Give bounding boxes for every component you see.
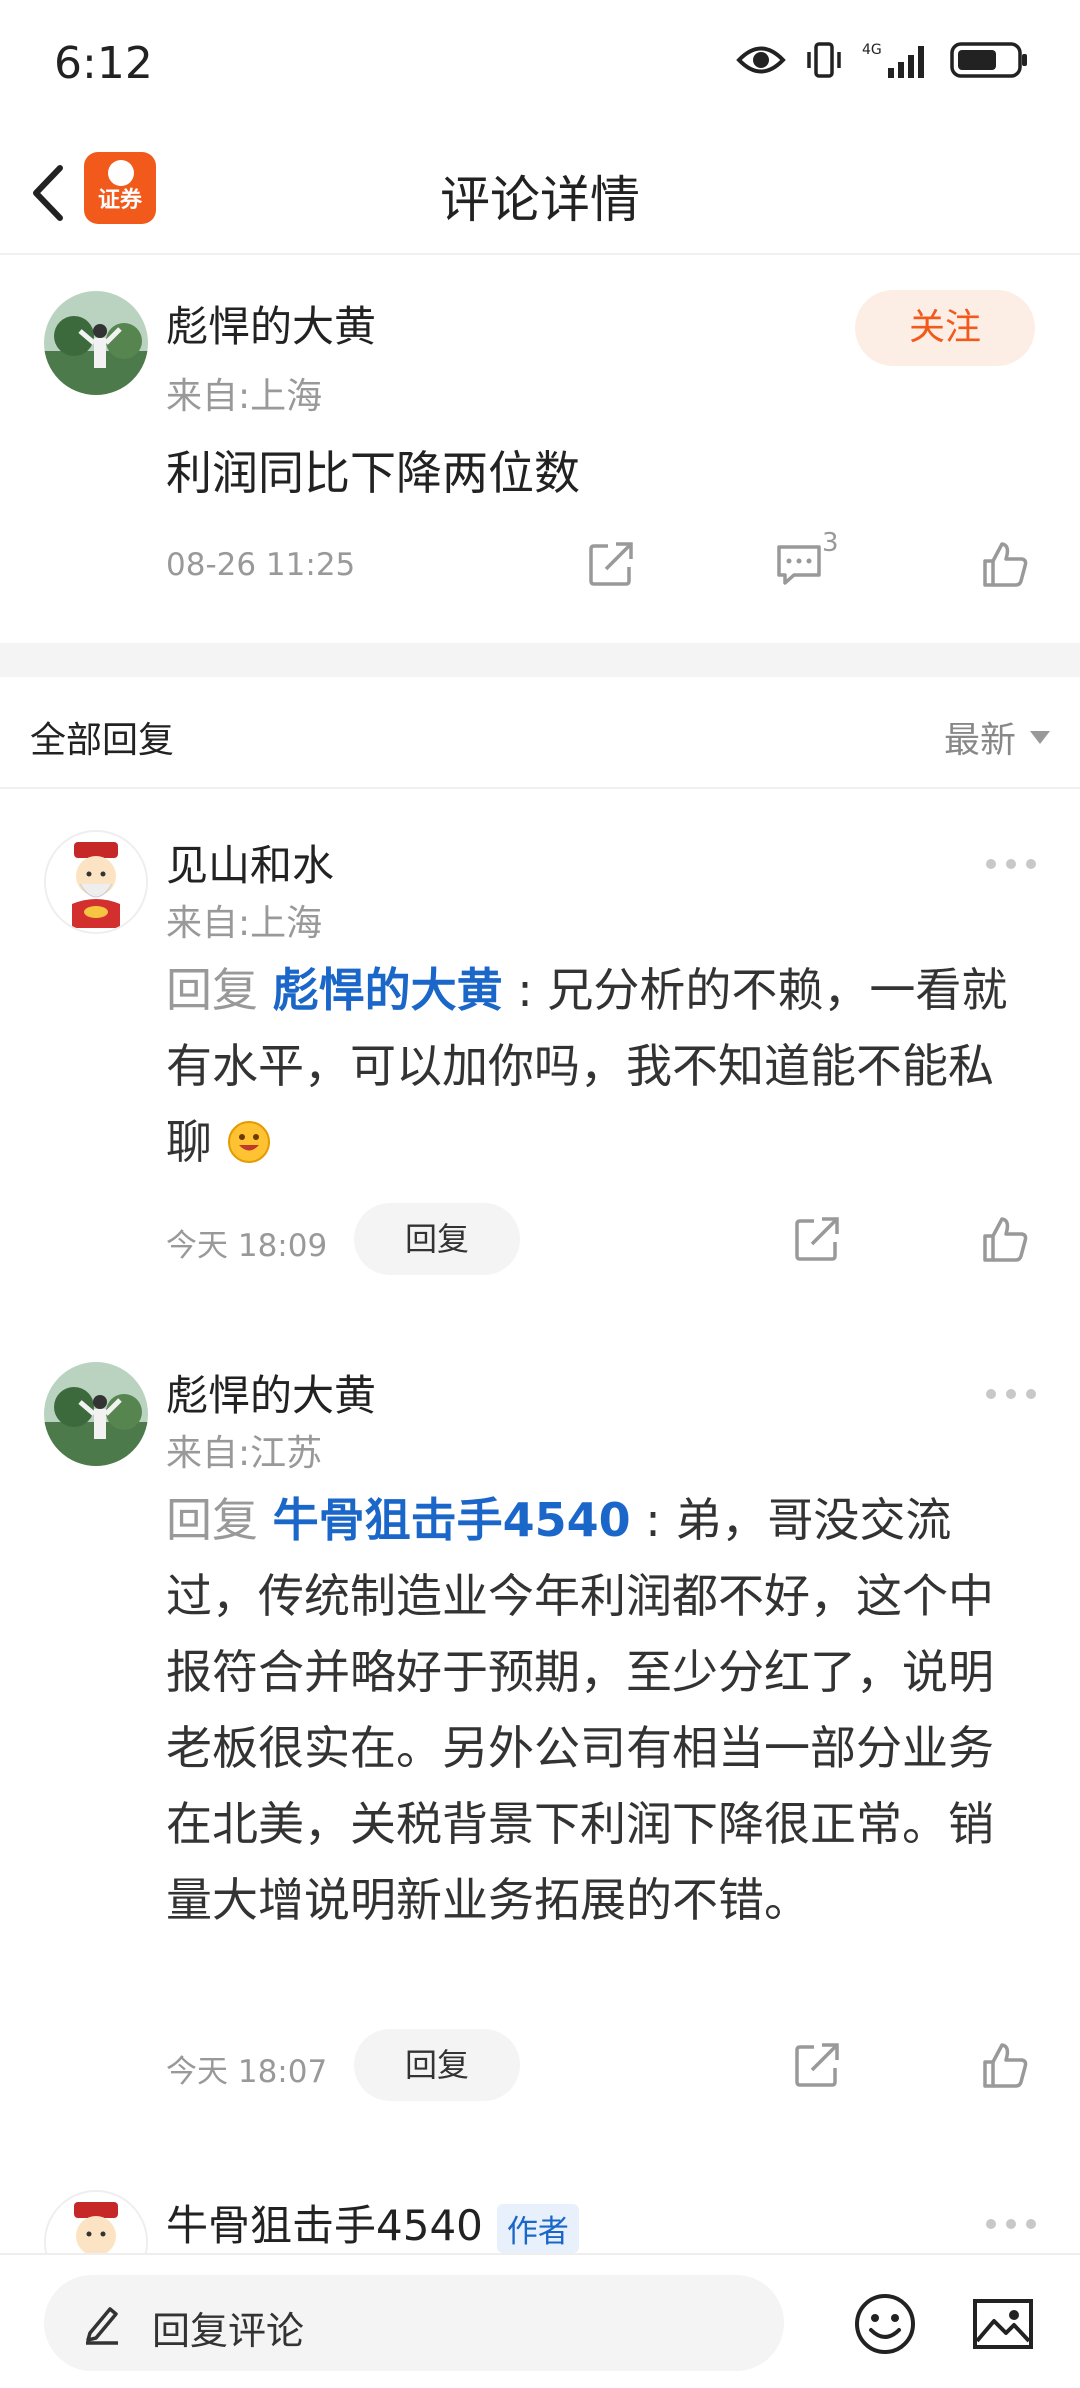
page-title: 评论详情: [440, 171, 640, 229]
replies-header: 全部回复 最新: [0, 677, 1080, 789]
reply-button[interactable]: 回复: [354, 1203, 520, 1275]
image-icon: [973, 2299, 1033, 2349]
comment-button[interactable]: [774, 539, 824, 589]
thumbs-up-icon: [983, 542, 1028, 587]
thumbs-up-icon: [983, 2043, 1028, 2088]
reply-target-user[interactable]: 彪悍的大黄: [273, 963, 503, 1017]
sort-dropdown[interactable]: 最新: [944, 711, 1050, 763]
reply-item: 彪悍的大黄 来自:江苏 回复 牛骨狙击手4540 : 弟，哥没交流过，传统制造业…: [0, 1320, 1080, 2140]
comment-text: 利润同比下降两位数: [166, 446, 580, 500]
avatar[interactable]: [44, 830, 148, 934]
follow-button[interactable]: 关注: [855, 290, 1035, 366]
reply-content: : 弟，哥没交流过，传统制造业今年利润都不好，这个中报符合并略好于预期，至少分红…: [166, 1493, 994, 1927]
vibrate-icon: [807, 42, 841, 78]
reply-time: 今天 18:07: [166, 2054, 328, 2090]
comment-time: 08-26 11:25: [166, 547, 356, 583]
author-badge: 作者: [496, 2204, 579, 2253]
share-button[interactable]: [792, 1214, 842, 1264]
signal-icon: 4G: [862, 42, 924, 78]
reply-target-user[interactable]: 牛骨狙击手4540: [273, 1493, 631, 1547]
reply-input[interactable]: 回复评论: [44, 2275, 784, 2371]
network-type: 4G: [862, 42, 882, 58]
pencil-icon: [86, 2307, 118, 2345]
emoji-button[interactable]: [852, 2291, 918, 2357]
comment-count: 3: [822, 528, 839, 558]
like-button[interactable]: [980, 539, 1030, 589]
reply-prefix: 回复: [166, 963, 273, 1017]
author-name-text: 牛骨狙击手4540: [166, 2201, 483, 2250]
reply-button[interactable]: 回复: [354, 2029, 520, 2101]
bottom-reply-bar: 回复评论: [0, 2253, 1080, 2388]
battery-icon: [950, 42, 1027, 78]
author-location: 来自:江苏: [166, 1433, 323, 1474]
status-bar: 6:12 4G: [0, 0, 1080, 130]
thumbs-up-icon: [983, 1217, 1028, 1262]
reply-text: 回复 牛骨狙击手4540 : 弟，哥没交流过，传统制造业今年利润都不好，这个中报…: [166, 1482, 1026, 1938]
like-button[interactable]: [980, 2040, 1030, 2090]
more-options-icon[interactable]: [986, 2214, 1036, 2234]
author-name[interactable]: 彪悍的大黄: [166, 1362, 376, 1423]
triangle-down-icon: [1030, 730, 1050, 744]
sort-label: 最新: [943, 720, 1016, 761]
author-location: 来自:上海: [166, 376, 323, 417]
share-icon: [589, 542, 633, 586]
avatar[interactable]: [44, 291, 148, 395]
eye-icon: [736, 46, 786, 74]
status-time: 6:12: [54, 38, 153, 89]
avatar[interactable]: [44, 2190, 148, 2253]
replies-title: 全部回复: [30, 720, 175, 761]
like-button[interactable]: [980, 1214, 1030, 1264]
section-divider: [0, 643, 1080, 677]
main-comment: 彪悍的大黄 来自:上海 关注 利润同比下降两位数 08-26 11:25 3: [0, 257, 1080, 643]
more-options-icon[interactable]: [986, 854, 1036, 874]
share-icon: [795, 1217, 839, 1261]
share-button[interactable]: [792, 2040, 842, 2090]
share-button[interactable]: [586, 539, 636, 589]
image-button[interactable]: [970, 2291, 1036, 2357]
author-name[interactable]: 彪悍的大黄: [166, 293, 376, 354]
comment-icon: [777, 545, 821, 585]
cartoon-avatar-icon: [46, 2192, 146, 2253]
top-nav-bar: 证券 评论详情: [0, 130, 1080, 255]
reply-item: 见山和水 来自:上海 回复 彪悍的大黄 : 兄分析的不赖，一看就有水平，可以加你…: [0, 790, 1080, 1310]
reply-item: 牛骨狙击手4540 作者: [0, 2170, 1080, 2253]
smile-emoji-icon: [227, 1121, 270, 1163]
status-icons: 4G: [736, 40, 1030, 80]
reply-input-placeholder: 回复评论: [152, 2309, 305, 2353]
reply-prefix: 回复: [166, 1493, 273, 1547]
avatar[interactable]: [44, 1362, 148, 1466]
reply-text: 回复 彪悍的大黄 : 兄分析的不赖，一看就有水平，可以加你吗，我不知道能不能私聊: [166, 952, 1026, 1180]
more-options-icon[interactable]: [986, 1384, 1036, 1404]
reply-time: 今天 18:09: [166, 1228, 328, 1264]
smiley-icon: [855, 2294, 915, 2354]
share-icon: [795, 2043, 839, 2087]
cartoon-avatar-icon: [46, 832, 146, 932]
author-name[interactable]: 牛骨狙击手4540 作者: [166, 2192, 579, 2253]
author-location: 来自:上海: [166, 903, 323, 944]
avatar-photo-icon: [44, 1362, 148, 1466]
avatar-photo-icon: [44, 291, 148, 395]
author-name[interactable]: 见山和水: [166, 832, 334, 893]
